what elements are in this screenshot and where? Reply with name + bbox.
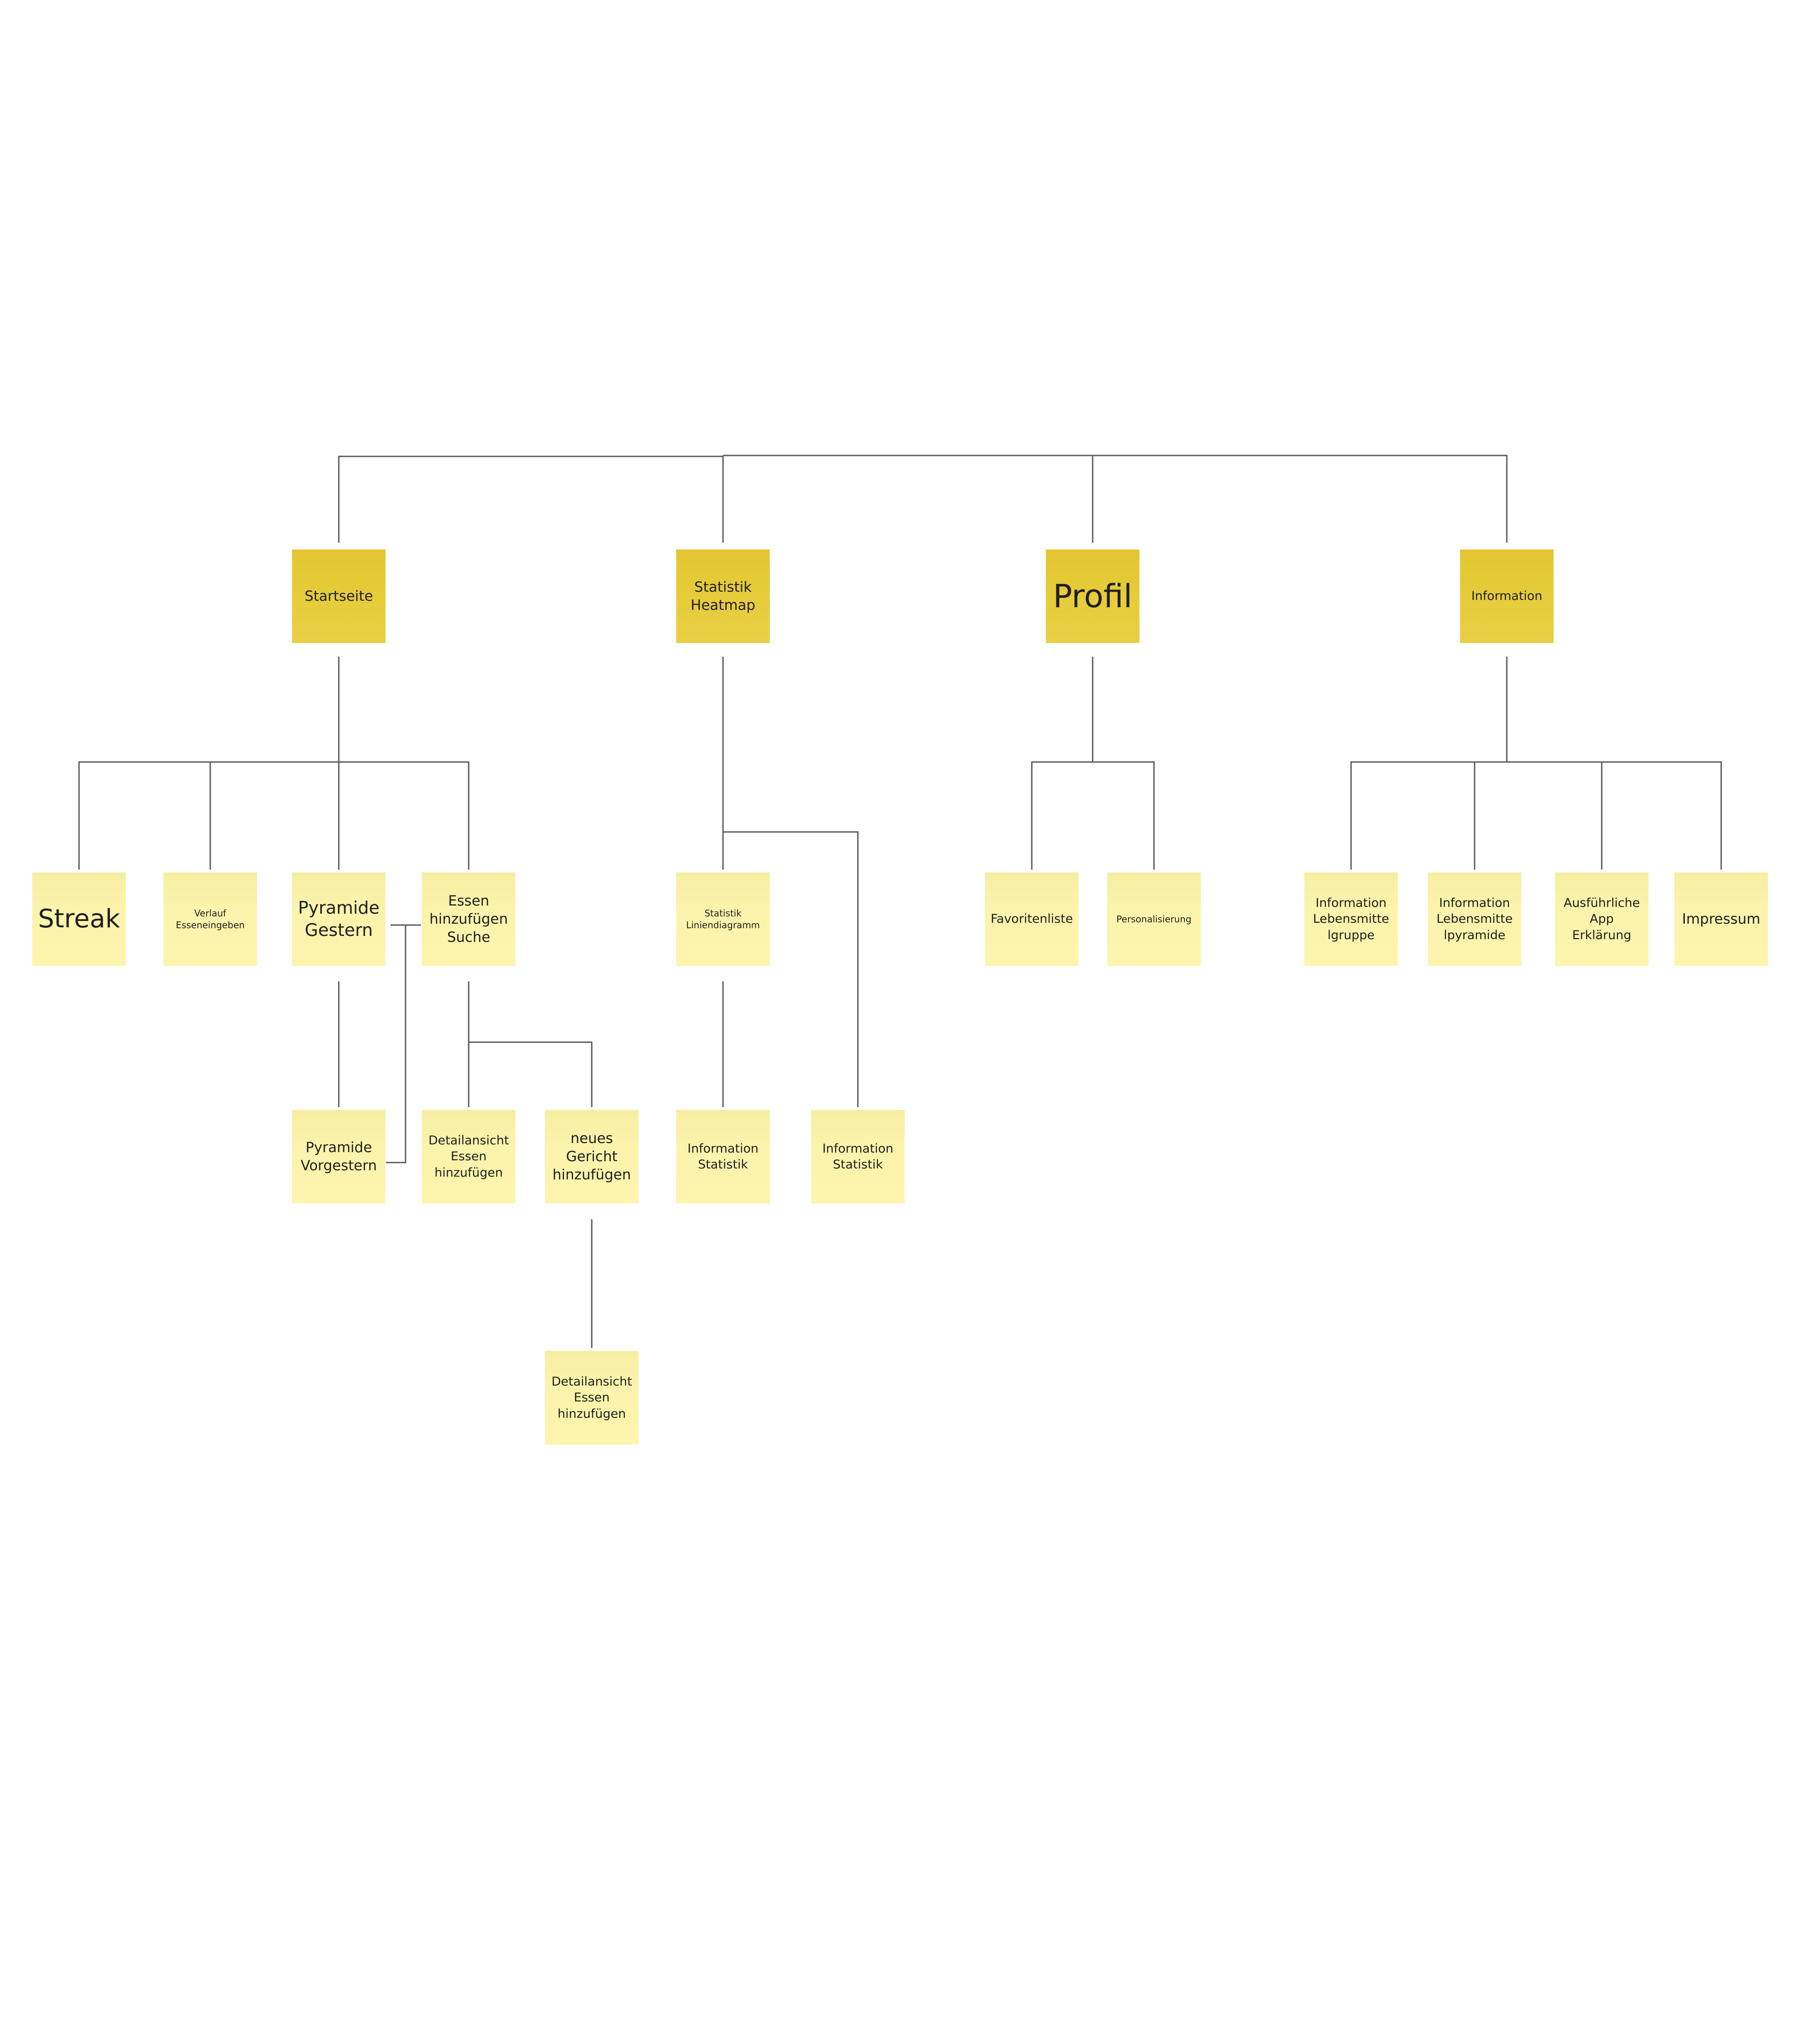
note-neues-gericht[interactable]: neues Gericht hinzufügen <box>545 1110 639 1203</box>
note-information-statistik-2[interactable]: Information Statistik <box>811 1110 905 1203</box>
note-startseite[interactable]: Startseite <box>292 549 386 643</box>
note-label: Ausführliche App Erklärung <box>1563 896 1640 942</box>
note-label: Information Lebensmitte lgruppe <box>1313 896 1389 942</box>
note-info-lebensmittelgruppe[interactable]: Information Lebensmitte lgruppe <box>1304 872 1398 966</box>
note-pyramide-vorgestern[interactable]: Pyramide Vorgestern <box>292 1110 386 1203</box>
note-label: neues Gericht hinzufügen <box>552 1130 631 1183</box>
note-detailansicht-essen[interactable]: Detailansicht Essen hinzufügen <box>422 1110 515 1203</box>
note-pyramide-gestern[interactable]: Pyramide Gestern <box>292 872 386 966</box>
note-information-statistik[interactable]: Information Statistik <box>676 1110 770 1203</box>
note-personalisierung[interactable]: Personalisierung <box>1107 872 1201 966</box>
note-label: Favoritenliste <box>990 912 1073 926</box>
note-label: Startseite <box>304 588 373 604</box>
note-label: Verlauf Esseneingeben <box>176 908 245 930</box>
note-info-lebensmittelpyramide[interactable]: Information Lebensmitte lpyramide <box>1428 872 1521 966</box>
note-label: Streak <box>38 904 120 934</box>
note-label: Detailansicht Essen hinzufügen <box>428 1133 509 1180</box>
sitemap-board: Startseite Statistik Heatmap Profil Info… <box>0 0 1817 2044</box>
note-impressum[interactable]: Impressum <box>1674 872 1768 966</box>
note-essen-hinzufuegen-suche[interactable]: Essen hinzufügen Suche <box>422 872 515 966</box>
note-app-erklaerung[interactable]: Ausführliche App Erklärung <box>1555 872 1649 966</box>
note-label: Information Lebensmitte lpyramide <box>1436 896 1513 942</box>
connector-lines <box>78 455 1722 1348</box>
note-verlauf[interactable]: Verlauf Esseneingeben <box>163 872 257 966</box>
note-label: Information Statistik <box>822 1141 894 1172</box>
connector-startseite <box>78 657 470 870</box>
note-detailansicht-essen-2[interactable]: Detailansicht Essen hinzufügen <box>545 1351 639 1445</box>
note-label: Profil <box>1053 577 1133 615</box>
note-label: Pyramide Vorgestern <box>301 1139 377 1174</box>
note-label: Detailansicht Essen hinzufügen <box>551 1375 632 1421</box>
note-label: Information <box>1471 589 1543 604</box>
connector-profil <box>1031 657 1155 870</box>
connector-pyramide-side <box>386 924 421 1163</box>
note-streak[interactable]: Streak <box>32 872 126 966</box>
note-label: Personalisierung <box>1116 914 1192 925</box>
note-label: Pyramide Gestern <box>298 897 380 940</box>
note-label: Information Statistik <box>687 1141 759 1172</box>
connector-information <box>1350 657 1722 870</box>
note-information[interactable]: Information <box>1460 549 1554 643</box>
connector-root <box>338 455 1508 543</box>
note-statistik-heatmap[interactable]: Statistik Heatmap <box>676 549 770 643</box>
note-favoritenliste[interactable]: Favoritenliste <box>985 872 1079 966</box>
note-label: Statistik Liniendiagramm <box>686 908 760 930</box>
note-label: Impressum <box>1682 911 1761 927</box>
note-label: Essen hinzufügen Suche <box>429 892 508 946</box>
note-label: Statistik Heatmap <box>690 579 756 614</box>
note-statistik-liniendiagramm[interactable]: Statistik Liniendiagramm <box>676 872 770 966</box>
note-profil[interactable]: Profil <box>1046 549 1139 643</box>
connector-essen <box>468 981 593 1107</box>
